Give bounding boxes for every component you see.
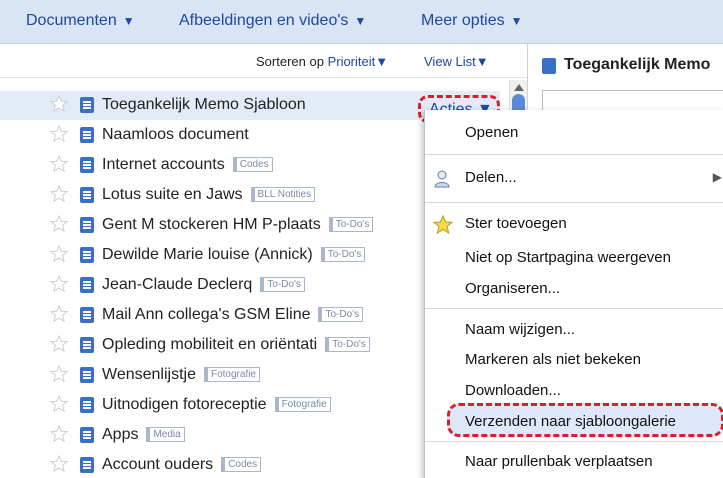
- document-title[interactable]: Dewilde Marie louise (Annick) To-Do's: [102, 246, 366, 264]
- document-title-text: Jean-Claude Declerq: [102, 276, 253, 293]
- menu-divider: [425, 202, 723, 203]
- document-icon: [80, 217, 94, 233]
- document-icon: [80, 97, 94, 113]
- menu-item-mark-unread-label: Markeren als niet bekeken: [465, 351, 641, 368]
- menu-item-send-template-label: Verzenden naar sjabloongalerie: [465, 413, 676, 430]
- star-icon[interactable]: [49, 184, 69, 203]
- menu-more-options-label: Meer opties: [421, 12, 505, 29]
- star-icon[interactable]: [49, 94, 69, 113]
- menu-divider: [425, 308, 723, 309]
- star-icon[interactable]: [49, 274, 69, 293]
- star-icon[interactable]: [49, 214, 69, 233]
- chevron-down-icon: ▼: [354, 14, 367, 28]
- top-menu-bar: Documenten ▼ Afbeeldingen en video's ▼ Mee…: [0, 0, 723, 44]
- document-title-text: Naamloos document: [102, 126, 249, 143]
- document-icon: [80, 427, 94, 443]
- menu-more-options[interactable]: Meer opties ▼: [421, 12, 522, 30]
- document-title[interactable]: Apps Media: [102, 426, 185, 444]
- menu-item-share-label: Delen...: [465, 169, 517, 186]
- document-icon: [80, 307, 94, 323]
- document-label-badge[interactable]: Fotografie: [274, 397, 331, 412]
- view-list-toggle[interactable]: View List▼: [424, 54, 489, 69]
- document-icon: [80, 277, 94, 293]
- document-title-text: Apps: [102, 426, 139, 443]
- document-label-badge[interactable]: Fotografie: [203, 367, 260, 382]
- document-icon: [80, 397, 94, 413]
- document-title-text: Toegankelijk Memo Sjabloon: [102, 96, 306, 113]
- menu-images-videos-label: Afbeeldingen en video's: [179, 12, 349, 29]
- sort-bar: Sorteren op Prioriteit▼ View List▼: [0, 44, 527, 78]
- menu-divider: [425, 441, 723, 442]
- document-title-text: Lotus suite en Jaws: [102, 186, 243, 203]
- sort-prefix: Sorteren op: [256, 54, 324, 69]
- sort-control[interactable]: Sorteren op Prioriteit▼: [256, 54, 388, 69]
- document-icon: [80, 157, 94, 173]
- document-title[interactable]: Wensenlijstje Fotografie: [102, 366, 260, 384]
- chevron-down-icon: ▼: [122, 14, 135, 28]
- document-title[interactable]: Lotus suite en Jaws BLL Notities: [102, 186, 316, 204]
- document-icon: [80, 127, 94, 143]
- document-icon: [80, 367, 94, 383]
- preview-title: Toegankelijk Memo: [564, 56, 711, 73]
- menu-item-open-label: Openen: [465, 124, 519, 141]
- document-title-text: Wensenlijstje: [102, 366, 196, 383]
- menu-item-download-label: Downloaden...: [465, 382, 561, 399]
- document-label-badge[interactable]: To-Do's: [320, 247, 366, 262]
- document-icon: [80, 187, 94, 203]
- star-icon[interactable]: [49, 454, 69, 473]
- document-title[interactable]: Mail Ann collega's GSM Eline To-Do's: [102, 306, 364, 324]
- document-label-badge[interactable]: To-Do's: [318, 307, 364, 322]
- document-title[interactable]: Jean-Claude Declerq To-Do's: [102, 276, 305, 294]
- star-icon[interactable]: [49, 304, 69, 323]
- star-icon[interactable]: [49, 124, 69, 143]
- document-title[interactable]: Gent M stockeren HM P-plaats To-Do's: [102, 216, 374, 234]
- document-icon: [80, 457, 94, 473]
- document-label-badge[interactable]: Codes: [232, 157, 273, 172]
- scroll-up-icon[interactable]: [514, 84, 524, 91]
- people-icon: [434, 170, 450, 188]
- menu-images-videos[interactable]: Afbeeldingen en video's ▼: [179, 12, 366, 30]
- document-title-text: Uitnodigen fotoreceptie: [102, 396, 267, 413]
- document-title[interactable]: Opleding mobiliteit en oriëntati To-Do's: [102, 336, 370, 354]
- sort-value[interactable]: Prioriteit▼: [328, 54, 389, 69]
- document-label-badge[interactable]: To-Do's: [328, 217, 374, 232]
- document-label-badge[interactable]: To-Do's: [325, 337, 370, 352]
- document-title-text: Gent M stockeren HM P-plaats: [102, 216, 321, 233]
- document-icon: [542, 58, 556, 74]
- menu-documents[interactable]: Documenten ▼: [26, 12, 135, 30]
- menu-divider: [425, 154, 723, 155]
- star-icon[interactable]: [49, 394, 69, 413]
- star-icon[interactable]: [49, 334, 69, 353]
- document-title-text: Opleding mobiliteit en oriëntati: [102, 336, 318, 353]
- document-title-text: Mail Ann collega's GSM Eline: [102, 306, 311, 323]
- star-icon[interactable]: [49, 364, 69, 383]
- document-label-badge[interactable]: BLL Notities: [250, 187, 316, 202]
- document-title[interactable]: Uitnodigen fotoreceptie Fotografie: [102, 396, 331, 414]
- menu-item-organize-label: Organiseren...: [465, 280, 561, 297]
- star-icon[interactable]: [49, 154, 69, 173]
- document-title[interactable]: Naamloos document: [102, 126, 249, 144]
- menu-item-trash-label: Naar prullenbak verplaatsen: [465, 453, 653, 470]
- document-label-badge[interactable]: To-Do's: [260, 277, 305, 292]
- document-title[interactable]: Toegankelijk Memo Sjabloon: [102, 96, 306, 114]
- menu-item-add-star-label: Ster toevoegen: [465, 215, 567, 232]
- star-icon[interactable]: [49, 424, 69, 443]
- submenu-arrow-icon: ▶: [712, 170, 722, 184]
- acties-dropdown-menu: Openen Delen... ▶ Ster toevoegen Niet op…: [424, 110, 723, 478]
- chevron-down-icon: ▼: [510, 14, 523, 28]
- menu-item-rename-label: Naam wijzigen...: [465, 321, 576, 338]
- document-icon: [80, 337, 94, 353]
- document-icon: [80, 247, 94, 263]
- document-label-badge[interactable]: Media: [146, 427, 185, 442]
- document-title-text: Internet accounts: [102, 156, 225, 173]
- document-title-text: Account ouders: [102, 456, 214, 473]
- document-title-text: Dewilde Marie louise (Annick): [102, 246, 313, 263]
- menu-documents-label: Documenten: [26, 12, 117, 29]
- document-label-badge[interactable]: Codes: [221, 457, 262, 472]
- star-icon[interactable]: [49, 244, 69, 263]
- document-title[interactable]: Account ouders Codes: [102, 456, 262, 474]
- document-title[interactable]: Internet accounts Codes: [102, 156, 273, 174]
- menu-item-not-on-start-label: Niet op Startpagina weergeven: [465, 249, 671, 266]
- star-icon: [433, 215, 453, 235]
